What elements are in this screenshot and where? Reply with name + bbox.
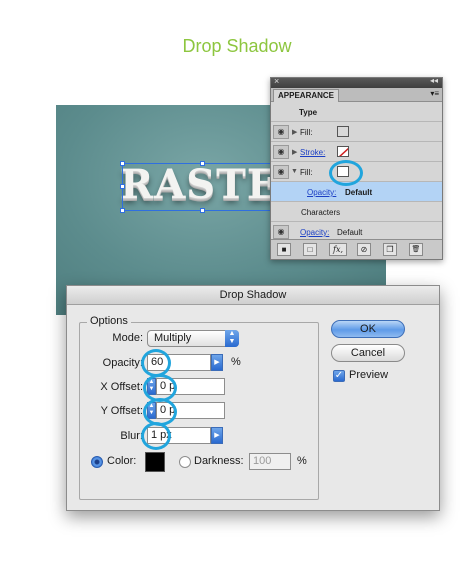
page-title: Drop Shadow — [182, 36, 292, 56]
collapse-arrow-icon[interactable]: ▼ — [291, 168, 298, 175]
selection-handle[interactable] — [120, 161, 125, 166]
appearance-row-stroke[interactable]: ◉ ▶ Stroke: — [271, 142, 442, 162]
add-new-stroke-button[interactable]: ■ — [277, 243, 291, 256]
panel-menu-icon[interactable]: ▾≡ — [430, 89, 439, 98]
visibility-eye-icon[interactable]: ◉ — [273, 165, 289, 179]
tab-appearance[interactable]: APPEARANCE — [273, 89, 340, 102]
selection-handle[interactable] — [200, 208, 205, 213]
shadow-color-swatch[interactable] — [145, 452, 165, 472]
opacity-value: Default — [337, 228, 363, 237]
clear-appearance-button[interactable]: ⊘ — [357, 243, 371, 256]
close-icon[interactable]: × — [274, 76, 279, 86]
opacity-unit: % — [231, 356, 241, 368]
add-new-fill-button[interactable]: □ — [303, 243, 317, 256]
fill-label: Fill: — [300, 168, 313, 177]
selection-handle[interactable] — [200, 161, 205, 166]
mode-select[interactable]: Multiply ▲ ▼ — [147, 330, 239, 347]
y-offset-label: Y Offset: — [100, 405, 143, 417]
trash-icon[interactable]: 🗑 — [409, 243, 423, 256]
appearance-toolbar: ■ □ fx, ⊘ ❐ 🗑 — [271, 239, 442, 259]
stroke-none-swatch[interactable] — [337, 146, 349, 157]
color-label: Color: — [107, 455, 137, 467]
darkness-radio[interactable] — [179, 456, 191, 468]
selection-handle[interactable] — [120, 208, 125, 213]
collapse-icon[interactable]: ◂◂ — [430, 76, 438, 85]
opacity-value: Default — [345, 188, 373, 197]
characters-label[interactable]: Characters — [301, 208, 340, 217]
appearance-row-characters[interactable]: Characters — [271, 202, 442, 222]
chevron-updown-icon: ▲ ▼ — [225, 330, 239, 347]
mode-label: Mode: — [112, 332, 143, 344]
x-offset-label: X Offset: — [100, 381, 143, 393]
darkness-input[interactable]: 100 — [249, 453, 291, 470]
fill-label: Fill: — [300, 128, 313, 137]
stroke-link[interactable]: Stroke: — [300, 148, 325, 157]
panel-tab-row: APPEARANCE ▾≡ — [271, 88, 442, 102]
appearance-panel: × ◂◂ APPEARANCE ▾≡ Type ◉ ▶ Fill: ◉ ▶ St… — [270, 76, 443, 260]
highlight-ring — [329, 160, 363, 186]
appearance-row-fill[interactable]: ◉ ▶ Fill: — [271, 122, 442, 142]
appearance-object-type: Type — [299, 108, 318, 117]
mode-value: Multiply — [154, 332, 192, 344]
highlight-ring — [141, 422, 171, 450]
add-new-effect-button[interactable]: fx, — [329, 243, 347, 256]
visibility-eye-icon[interactable]: ◉ — [273, 125, 289, 139]
fill-swatch[interactable] — [337, 126, 349, 137]
color-radio[interactable] — [91, 456, 103, 468]
visibility-eye-icon[interactable]: ◉ — [273, 225, 289, 239]
visibility-eye-icon[interactable]: ◉ — [273, 145, 289, 159]
blur-label: Blur: — [120, 430, 143, 442]
options-legend: Options — [87, 315, 131, 327]
appearance-row-fill-opacity[interactable]: Opacity: Default — [271, 182, 442, 202]
opacity-label: Opacity: — [102, 357, 143, 369]
blur-dropdown-icon[interactable]: ▶ — [211, 427, 223, 444]
expand-arrow-icon[interactable]: ▶ — [292, 128, 297, 136]
cancel-button[interactable]: Cancel — [331, 344, 405, 362]
opacity-link[interactable]: Opacity: — [307, 188, 336, 197]
selection-bounding-box — [122, 163, 282, 211]
appearance-header-row: Type — [271, 102, 442, 122]
darkness-label: Darkness: — [194, 455, 244, 467]
drop-shadow-dialog: Drop Shadow Options Mode: Multiply ▲ ▼ Op… — [66, 285, 440, 511]
duplicate-item-button[interactable]: ❐ — [383, 243, 397, 256]
dialog-title[interactable]: Drop Shadow — [67, 286, 439, 305]
panel-titlebar[interactable]: × ◂◂ — [271, 76, 442, 88]
preview-label: Preview — [349, 369, 389, 381]
preview-checkbox[interactable]: ✓ — [333, 370, 345, 382]
darkness-unit: % — [297, 455, 307, 467]
highlight-ring — [141, 349, 171, 377]
selection-handle[interactable] — [120, 184, 125, 189]
opacity-link[interactable]: Opacity: — [300, 228, 329, 237]
opacity-dropdown-icon[interactable]: ▶ — [211, 354, 223, 371]
ok-button[interactable]: OK — [331, 320, 405, 338]
none-slash-icon — [339, 147, 348, 156]
expand-arrow-icon[interactable]: ▶ — [292, 148, 297, 156]
